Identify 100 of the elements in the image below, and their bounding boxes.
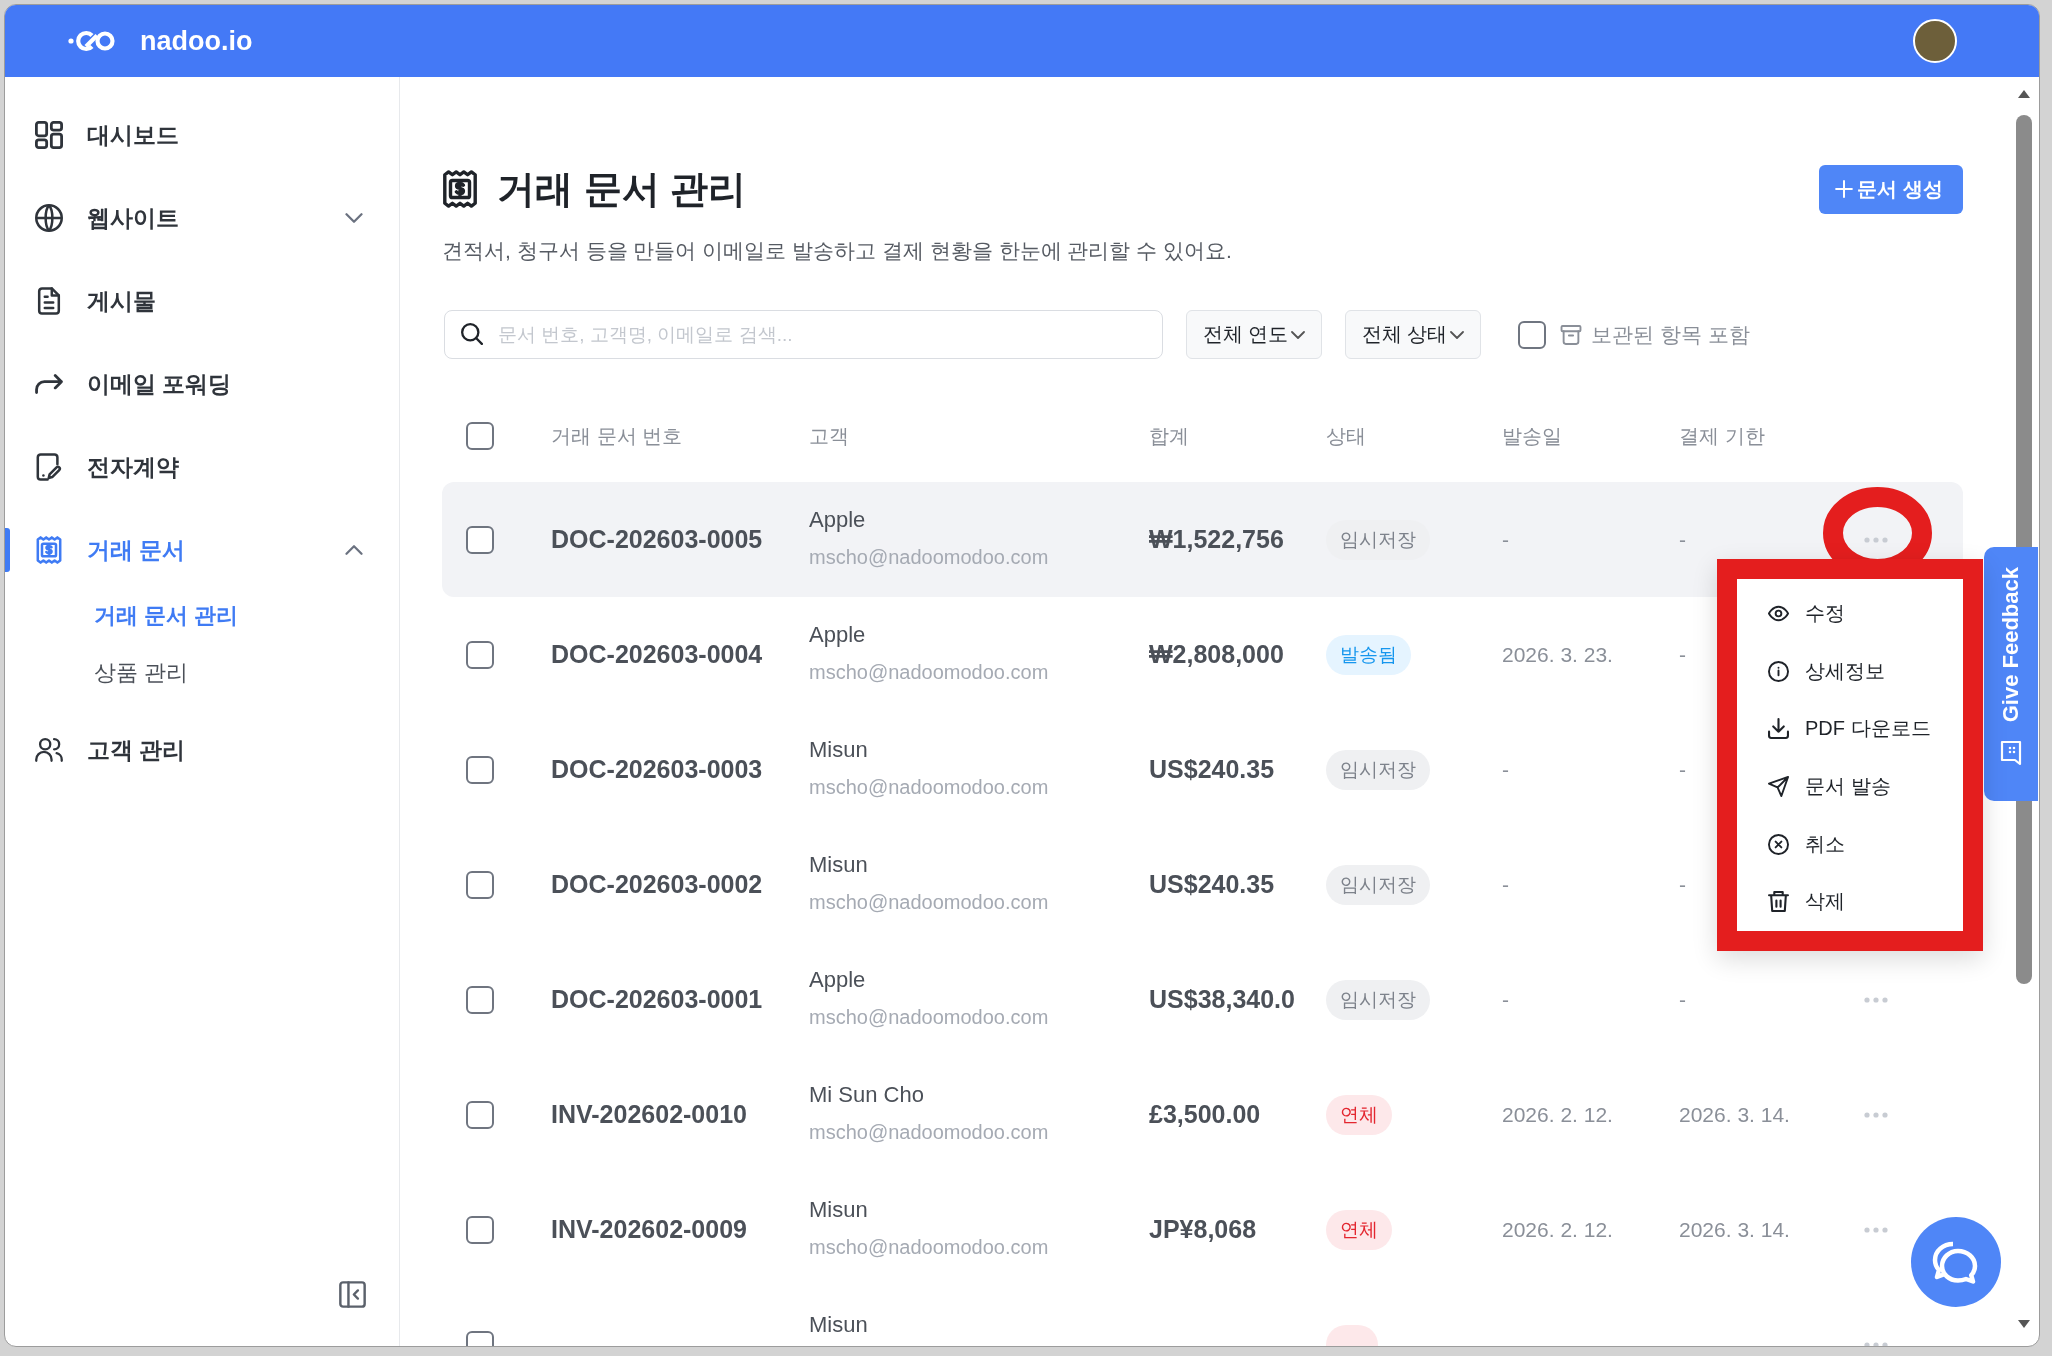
receipt-dollar-icon (35, 536, 63, 564)
caret-icon (1450, 330, 1465, 339)
archive-box-icon (1560, 324, 1582, 345)
status-badge: 임시저장 (1326, 864, 1430, 905)
menu-item[interactable]: 삭제 (1737, 872, 1963, 931)
sidebar-subitem[interactable]: 거래 문서 관리 (5, 594, 399, 638)
status-badge: 연체 (1326, 1209, 1392, 1250)
status-badge: 임시저장 (1326, 519, 1430, 560)
menu-item[interactable]: 취소 (1737, 815, 1963, 873)
sent-date: 2026. 2. 12. (1502, 1217, 1613, 1242)
customer-name: Misun (809, 736, 868, 764)
info-icon (1768, 660, 1789, 682)
customer-name: Misun (809, 851, 868, 879)
document-number: DOC-202603-0001 (551, 985, 763, 1014)
sidebar-item[interactable]: 전자계약 (5, 439, 399, 495)
document-number: INV-202602-0009 (551, 1215, 747, 1244)
sent-date: 2026. 3. 23. (1502, 642, 1613, 667)
customer-email: mscho@nadoomodoo.com (809, 775, 1049, 800)
customer-email: mscho@nadoomodoo.com (809, 1235, 1049, 1260)
document-number: DOC-202603-0002 (551, 870, 763, 899)
customer-name: Apple (809, 506, 866, 534)
total-amount: ₩2,808,000 (1149, 640, 1284, 669)
archived-label: 보관된 항목 포함 (1591, 321, 1750, 348)
select-all-checkbox[interactable] (466, 422, 494, 450)
user-avatar[interactable] (1913, 19, 1957, 63)
due-date: 2026. 3. 14. (1679, 1102, 1790, 1127)
row-checkbox[interactable] (466, 525, 494, 554)
sidebar-item[interactable]: 웹사이트 (5, 190, 399, 246)
users-icon (35, 736, 63, 764)
sidebar-item[interactable]: 거래 문서 (5, 522, 399, 578)
sidebar-subitem[interactable]: 상품 관리 (5, 651, 399, 695)
table-row[interactable]: INV-202602-0009 Misun mscho@nadoomodoo.com JP¥8,068 연체 2026. 2. 12. 2026. 3. 14. (442, 1172, 1910, 1287)
document-number: INV-202602-0010 (551, 1100, 747, 1129)
plus-icon (1835, 180, 1854, 198)
row-checkbox[interactable] (466, 985, 494, 1014)
customer-name: Misun (809, 1196, 868, 1224)
due-date: 2026. 3. 14. (1679, 1217, 1790, 1242)
total-amount: JP¥8,068 (1149, 1215, 1257, 1244)
document-pen-icon (35, 453, 63, 481)
sent-date: - (1502, 527, 1509, 552)
total-amount: US$240.35 (1149, 870, 1275, 899)
customer-email: mscho@nadoomodoo.com (809, 1120, 1049, 1145)
scroll-up-icon[interactable] (2018, 90, 2030, 98)
column-header: 합계 (1149, 423, 1190, 449)
total-amount: ₩1,522,756 (1149, 525, 1284, 554)
sidebar-item[interactable]: 대시보드 (5, 107, 399, 163)
customer-email: mscho@nadoomodoo.com (809, 1005, 1049, 1030)
due-date: - (1679, 987, 1686, 1012)
column-header: 고객 (809, 423, 850, 449)
table-row[interactable]: Misun (442, 1287, 1910, 1346)
menu-item[interactable]: PDF 다운로드 (1737, 700, 1963, 758)
total-amount: US$240.35 (1149, 755, 1275, 784)
customer-name: Apple (809, 966, 866, 994)
status-badge: 연체 (1326, 1094, 1392, 1135)
sidebar-item[interactable]: 고객 관리 (5, 722, 399, 778)
sidebar-item[interactable]: 이메일 포워딩 (5, 356, 399, 412)
scroll-down-icon[interactable] (2018, 1320, 2030, 1328)
menu-item[interactable]: 문서 발송 (1737, 757, 1963, 816)
sidebar-item[interactable]: 게시물 (5, 273, 399, 329)
customer-name: Mi Sun Cho (809, 1081, 924, 1109)
table-row[interactable]: DOC-202603-0001 Apple mscho@nadoomodoo.com US$38,340.0 임시저장 - - (442, 942, 1910, 1057)
due-date: - (1679, 527, 1686, 552)
customer-name: Apple (809, 621, 866, 649)
menu-item[interactable]: 상세정보 (1737, 642, 1963, 701)
table-row[interactable]: INV-202602-0010 Mi Sun Cho mscho@nadoomodoo.com £3,500.00 연체 2026. 2. 12. 2026. 3. 14. (442, 1057, 1910, 1172)
feedback-bubble-icon (1999, 740, 2023, 767)
trash-icon (1768, 891, 1789, 913)
collapse-sidebar-icon[interactable] (339, 1281, 366, 1308)
column-header: 발송일 (1502, 423, 1563, 449)
customer-email: mscho@nadoomodoo.com (809, 890, 1049, 915)
filter-dropdown[interactable]: 전체 연도 (1186, 310, 1322, 359)
status-badge: 임시저장 (1326, 749, 1430, 790)
row-checkbox[interactable] (466, 870, 494, 899)
document-number: DOC-202603-0004 (551, 640, 763, 669)
due-date: - (1679, 872, 1686, 897)
document-number: DOC-202603-0003 (551, 755, 763, 784)
row-checkbox[interactable] (466, 1215, 494, 1244)
sent-date: - (1502, 987, 1509, 1012)
page-description: 견적서, 청구서 등을 만들어 이메일로 발송하고 결제 현황을 한눈에 관리할 수 있어요. (442, 238, 1233, 264)
sent-date: 2026. 2. 12. (1502, 1102, 1613, 1127)
globe-icon (35, 204, 63, 232)
page-title: 거래 문서 관리 (497, 166, 747, 212)
column-header: 상태 (1326, 423, 1367, 449)
due-date: - (1679, 757, 1686, 782)
total-amount: US$38,340.0 (1149, 985, 1295, 1014)
archived-checkbox[interactable] (1518, 320, 1546, 349)
filter-dropdown[interactable]: 전체 상태 (1345, 310, 1481, 359)
row-checkbox[interactable] (466, 755, 494, 784)
sent-date: - (1502, 757, 1509, 782)
table-row[interactable]: DOC-202603-0005 Apple mscho@nadoomodoo.com ₩1,522,756 임시저장 - - (442, 482, 1963, 597)
sent-date: - (1502, 872, 1509, 897)
download-icon (1768, 718, 1789, 740)
customer-email: mscho@nadoomodoo.com (809, 545, 1049, 570)
due-date: - (1679, 642, 1686, 667)
row-checkbox[interactable] (466, 640, 494, 669)
column-header: 결제 기한 (1679, 423, 1766, 449)
brand-name: nadoo.io (140, 25, 253, 57)
row-checkbox[interactable] (466, 1100, 494, 1129)
column-header: 거래 문서 번호 (551, 423, 684, 449)
search-field[interactable]: 문서 번호, 고객명, 이메일로 검색... (444, 310, 1163, 359)
